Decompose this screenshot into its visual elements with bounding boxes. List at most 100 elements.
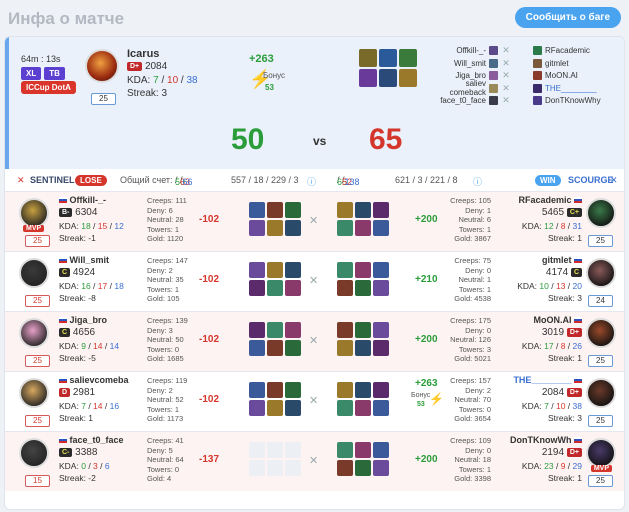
player-name-line[interactable]: DonTKnowWh (510, 435, 582, 445)
player-name-line[interactable]: salievcomeba (59, 375, 129, 385)
player-name-line[interactable]: THE________ (513, 375, 582, 385)
item-icon[interactable] (337, 220, 353, 236)
item-icon[interactable] (373, 220, 389, 236)
item-icon[interactable] (355, 340, 371, 356)
item-icon[interactable] (285, 400, 301, 416)
item-icon[interactable] (337, 322, 353, 338)
item-icon[interactable] (379, 69, 397, 87)
item-icon[interactable] (285, 340, 301, 356)
winner-hero-avatar[interactable] (85, 49, 119, 83)
player-name-line[interactable]: Offkill-_- (59, 195, 106, 205)
item-icon[interactable] (359, 49, 377, 67)
item-icon[interactable] (267, 382, 283, 398)
item-icon[interactable] (267, 202, 283, 218)
item-icon[interactable] (399, 69, 417, 87)
item-icon[interactable] (373, 202, 389, 218)
item-icon[interactable] (337, 400, 353, 416)
item-icon[interactable] (355, 322, 371, 338)
item-icon[interactable] (267, 340, 283, 356)
item-icon[interactable] (249, 280, 265, 296)
item-icon[interactable] (267, 322, 283, 338)
item-icon[interactable] (285, 202, 301, 218)
item-icon[interactable] (285, 220, 301, 236)
player-name-line[interactable]: MoON.AI (533, 315, 582, 325)
info-icon[interactable]: ⓘ (473, 175, 482, 188)
hero-avatar[interactable] (19, 198, 49, 228)
pick-row[interactable]: saliev comeback ✕ (427, 79, 511, 97)
report-bug-button[interactable]: Сообщить о баге (514, 7, 621, 28)
hero-avatar[interactable] (586, 318, 616, 348)
item-icon[interactable] (337, 202, 353, 218)
pick-row[interactable]: MoON.AI (533, 70, 617, 81)
item-icon[interactable] (249, 220, 265, 236)
player-name-line[interactable]: Will_smit (59, 255, 109, 265)
item-icon[interactable] (355, 202, 371, 218)
item-icon[interactable] (373, 400, 389, 416)
item-icon[interactable] (285, 280, 301, 296)
item-icon[interactable] (267, 262, 283, 278)
info-icon[interactable]: ⓘ (307, 175, 316, 188)
item-icon[interactable] (355, 280, 371, 296)
item-icon[interactable] (285, 322, 301, 338)
item-icon[interactable] (249, 340, 265, 356)
pick-row[interactable]: THE________ (533, 83, 617, 94)
item-icon[interactable] (373, 460, 389, 476)
item-icon[interactable] (373, 262, 389, 278)
player-name-line[interactable]: gitmlet (542, 255, 582, 265)
hero-avatar[interactable] (19, 378, 49, 408)
item-icon[interactable] (285, 262, 301, 278)
hero-avatar[interactable] (586, 438, 616, 468)
item-icon[interactable] (337, 280, 353, 296)
pick-row[interactable]: RFacademic (533, 45, 617, 56)
item-icon[interactable] (285, 382, 301, 398)
hero-avatar[interactable] (586, 198, 616, 228)
item-icon[interactable] (355, 220, 371, 236)
item-icon[interactable] (399, 49, 417, 67)
rating-delta: -137 (199, 454, 220, 465)
item-icon[interactable] (373, 442, 389, 458)
gold: Gold: 3398 (454, 474, 491, 483)
pick-row[interactable]: DonTKnowWhy (533, 95, 617, 106)
pick-row[interactable]: gitmlet (533, 58, 617, 69)
hero-avatar[interactable] (19, 438, 49, 468)
item-icon[interactable] (249, 400, 265, 416)
item-icon[interactable] (359, 69, 377, 87)
item-icon[interactable] (267, 280, 283, 296)
item-icon[interactable] (355, 460, 371, 476)
item-icon[interactable] (373, 382, 389, 398)
winner-name[interactable]: Icarus (127, 48, 159, 60)
item-icon[interactable] (355, 442, 371, 458)
hero-avatar[interactable] (19, 318, 49, 348)
item-icon[interactable] (249, 202, 265, 218)
player-mmr-line: C 4656 (59, 327, 95, 338)
item-icon[interactable] (337, 262, 353, 278)
item-icon[interactable] (373, 280, 389, 296)
player-name-line[interactable]: RFacademic (518, 195, 582, 205)
item-icon[interactable] (355, 262, 371, 278)
item-icon[interactable] (249, 322, 265, 338)
kills: 16 (81, 281, 91, 291)
item-icon[interactable] (337, 382, 353, 398)
player-name-line[interactable]: Jiga_bro (59, 315, 107, 325)
player-name-line[interactable]: face_t0_face (59, 435, 124, 445)
item-icon[interactable] (355, 382, 371, 398)
item-icon[interactable] (373, 340, 389, 356)
hero-avatar[interactable] (586, 378, 616, 408)
sentinel-player: MVP 25 Offkill-_- B- 6304 KDA: 18 / 15 /… (5, 192, 315, 251)
item-icon[interactable] (355, 400, 371, 416)
item-icon[interactable] (373, 322, 389, 338)
item-icon[interactable] (379, 49, 397, 67)
item-icon[interactable] (337, 460, 353, 476)
pick-row[interactable]: Offkill-_- ✕ (427, 45, 511, 56)
item-icon[interactable] (267, 400, 283, 416)
hero-avatar[interactable] (586, 258, 616, 288)
item-icon[interactable] (267, 220, 283, 236)
pick-row[interactable]: Will_smit ✕ (427, 58, 511, 69)
pick-row[interactable]: face_t0_face ✕ (427, 95, 511, 106)
towers: Towers: 1 (458, 464, 491, 474)
item-icon[interactable] (337, 442, 353, 458)
item-icon[interactable] (249, 382, 265, 398)
hero-avatar[interactable] (19, 258, 49, 288)
item-icon[interactable] (337, 340, 353, 356)
item-icon[interactable] (249, 262, 265, 278)
